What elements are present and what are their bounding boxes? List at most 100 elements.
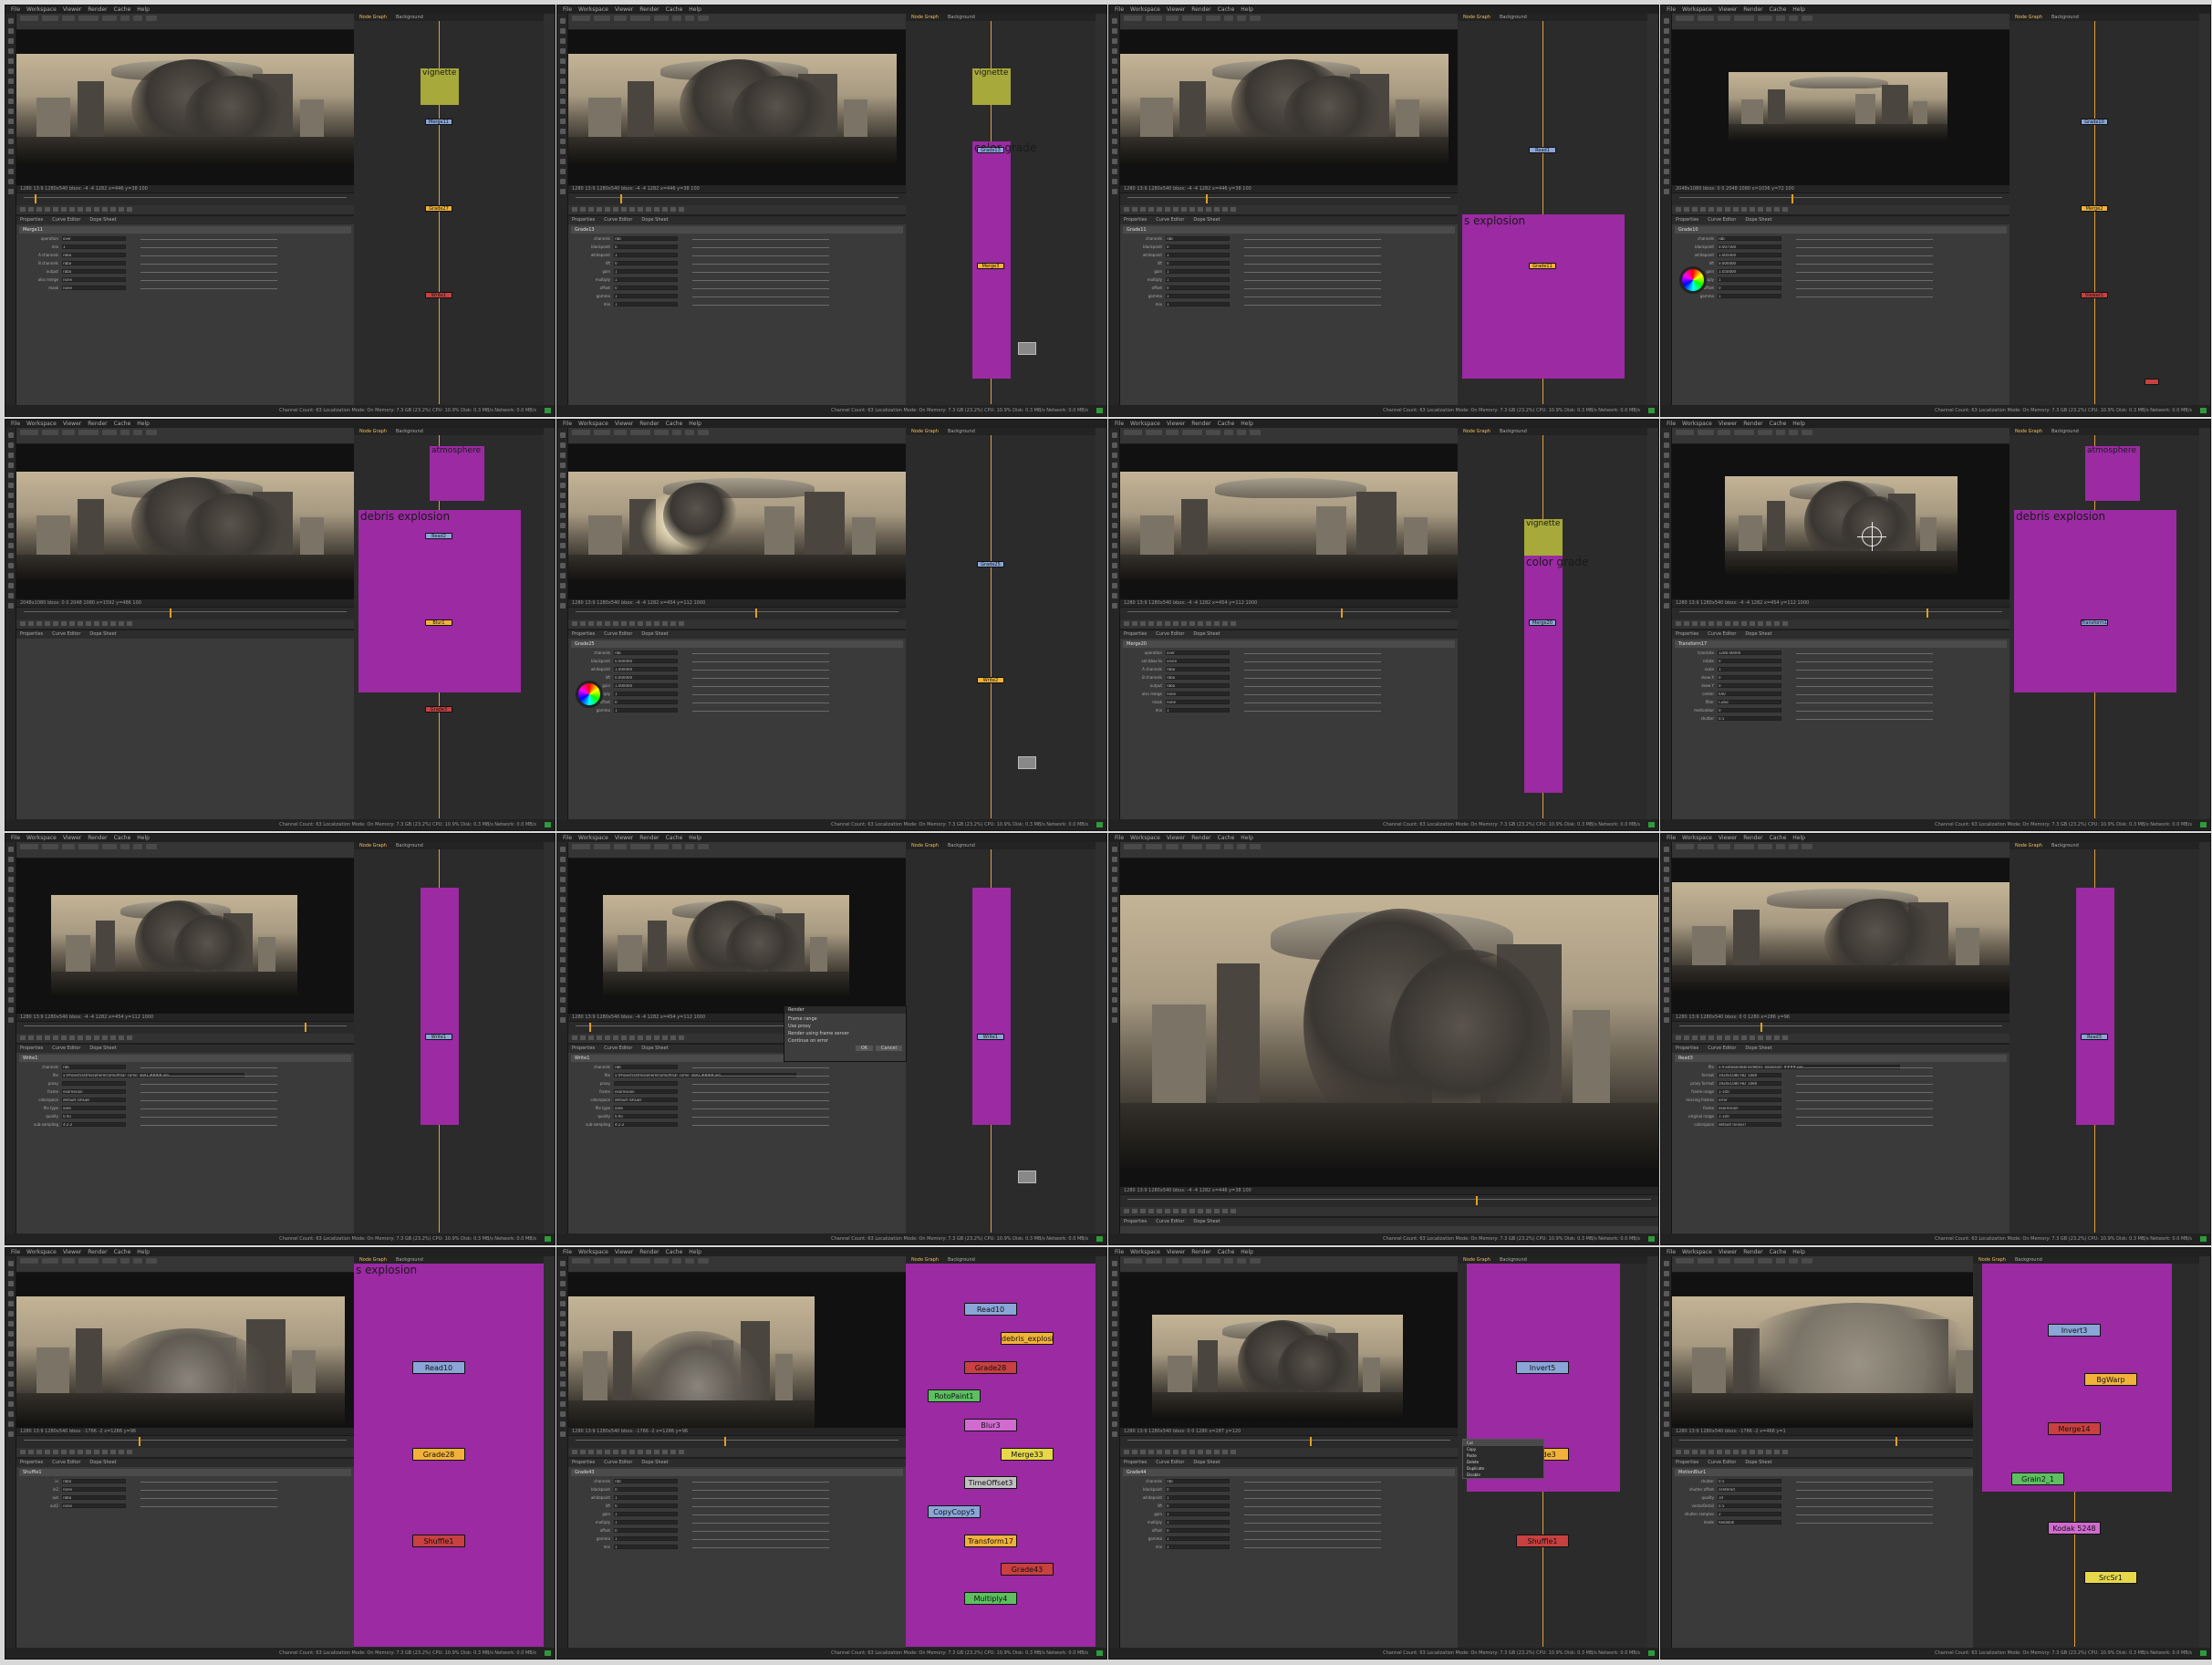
tool-icon[interactable] [8, 563, 14, 568]
tool-icon[interactable] [1112, 1391, 1117, 1397]
knob-field[interactable]: 0 [1718, 708, 1781, 713]
tool-icon[interactable] [1112, 1261, 1117, 1266]
knob-field[interactable]: Reglobal [1718, 1520, 1781, 1525]
knob-field[interactable]: 1280.00000 [1718, 650, 1781, 655]
tool-icon[interactable] [1664, 1281, 1669, 1286]
knob-field[interactable]: 1 [614, 1520, 678, 1525]
knob-slider[interactable] [1244, 694, 1381, 695]
playback-button[interactable] [1231, 1209, 1236, 1213]
properties-tab[interactable]: Properties [572, 1460, 595, 1465]
knob-slider[interactable] [1796, 1498, 1933, 1499]
toolbar-dropdown[interactable] [614, 430, 627, 435]
tool-icon[interactable] [1664, 119, 1669, 124]
playback-button[interactable] [662, 207, 668, 212]
tool-icon[interactable] [1664, 603, 1669, 609]
menu-item[interactable]: Workspace [1682, 6, 1712, 13]
tool-icon[interactable] [8, 977, 14, 983]
playback-button[interactable] [86, 621, 91, 626]
node-graph[interactable]: Node Graph Background Read3 [2009, 842, 2199, 1233]
tool-icon[interactable] [560, 897, 566, 902]
knob-field[interactable]: jpeg [614, 1106, 678, 1110]
properties-tab[interactable]: Properties [1676, 631, 1698, 637]
node[interactable]: Write2 [977, 677, 1004, 683]
playback-button[interactable] [69, 1035, 75, 1040]
knob-slider[interactable] [140, 1490, 277, 1491]
toolbar-dropdown[interactable] [42, 16, 58, 21]
menu-item[interactable]: File [1667, 6, 1676, 13]
knob-slider[interactable] [140, 1084, 277, 1085]
knob-field[interactable]: none [62, 1487, 126, 1492]
toolbar-dropdown[interactable] [1758, 430, 1772, 435]
menu-item[interactable]: Viewer [615, 421, 633, 427]
tool-icon[interactable] [560, 1291, 566, 1296]
playback-button[interactable] [654, 621, 659, 626]
toolbar-dropdown[interactable] [133, 430, 142, 435]
tool-icon[interactable] [1112, 139, 1117, 144]
tool-icon[interactable] [1112, 1371, 1117, 1377]
tool-icon[interactable] [8, 593, 14, 598]
viewer-panel[interactable] [1672, 30, 2009, 185]
tool-icon[interactable] [1664, 28, 1669, 34]
knob-slider[interactable] [692, 288, 829, 289]
tool-icon[interactable] [560, 28, 566, 34]
tool-icon[interactable] [1664, 18, 1669, 24]
tool-icon[interactable] [1664, 977, 1669, 983]
menu-item[interactable]: Help [137, 6, 150, 13]
viewer-panel[interactable] [1120, 859, 1658, 1187]
tool-icon[interactable] [1664, 1017, 1669, 1023]
toolbar-dropdown[interactable] [1182, 16, 1202, 21]
menu-item[interactable]: Viewer [1167, 1249, 1185, 1255]
playback-button[interactable] [613, 621, 618, 626]
playback-button[interactable] [621, 1450, 627, 1454]
toolbar-dropdown[interactable] [1776, 1258, 1785, 1264]
toolbar-dropdown[interactable] [1802, 844, 1812, 849]
knob-slider[interactable] [1796, 1100, 1933, 1101]
node-graph[interactable]: Node Graph Background atmosphere debris exp… [354, 428, 544, 819]
timeline[interactable] [568, 607, 906, 619]
node-graph-tab[interactable]: Node Graph [911, 843, 939, 848]
menu-item[interactable]: File [1115, 1249, 1124, 1255]
toolbar-dropdown[interactable] [1224, 844, 1233, 849]
playback-button[interactable] [638, 207, 643, 212]
playback-button[interactable] [1148, 1209, 1154, 1213]
knob-slider[interactable] [1796, 1084, 1933, 1085]
knob-slider[interactable] [692, 1482, 829, 1483]
playback-button[interactable] [580, 621, 586, 626]
knob-slider[interactable] [1796, 711, 1933, 712]
knob-slider[interactable] [1796, 1092, 1933, 1093]
tool-icon[interactable] [1112, 1281, 1117, 1286]
tool-icon[interactable] [560, 432, 566, 438]
playback-button[interactable] [1132, 621, 1137, 626]
toolbar-dropdown[interactable] [685, 844, 694, 849]
knob-field[interactable]: rgba [62, 1479, 126, 1483]
menu-item[interactable]: Workspace [1130, 835, 1160, 841]
knob-field[interactable]: over [62, 236, 126, 241]
tool-icon[interactable] [560, 593, 566, 598]
viewer-panel[interactable] [568, 859, 906, 1014]
tool-icon[interactable] [1112, 1351, 1117, 1357]
knob-field[interactable]: rgba [1166, 683, 1230, 688]
knob-slider[interactable] [692, 1076, 829, 1077]
properties-tab[interactable]: Properties [20, 631, 43, 637]
tool-icon[interactable] [1112, 58, 1117, 64]
knob-slider[interactable] [692, 272, 829, 273]
backdrop[interactable] [421, 888, 459, 1125]
tool-icon[interactable] [8, 68, 14, 74]
knob-field[interactable]: 0.007500 [1718, 245, 1781, 249]
tool-icon[interactable] [560, 58, 566, 64]
toolbar-dropdown[interactable] [630, 430, 650, 435]
tool-icon[interactable] [1664, 493, 1669, 498]
playhead[interactable] [1791, 194, 1793, 203]
tool-icon[interactable] [1664, 1301, 1669, 1306]
playback-button[interactable] [110, 1035, 116, 1040]
tool-icon[interactable] [560, 877, 566, 882]
tool-icon[interactable] [8, 48, 14, 54]
node-graph-tab[interactable]: Node Graph [911, 15, 939, 20]
knob-field[interactable]: rgb [62, 1065, 126, 1069]
dialog-row[interactable]: Use proxy [788, 1024, 902, 1029]
playhead[interactable] [1926, 609, 1928, 618]
tool-icon[interactable] [1664, 957, 1669, 963]
knob-slider[interactable] [140, 1498, 277, 1499]
playhead[interactable] [589, 1023, 591, 1032]
playback-button[interactable] [1198, 1450, 1203, 1454]
